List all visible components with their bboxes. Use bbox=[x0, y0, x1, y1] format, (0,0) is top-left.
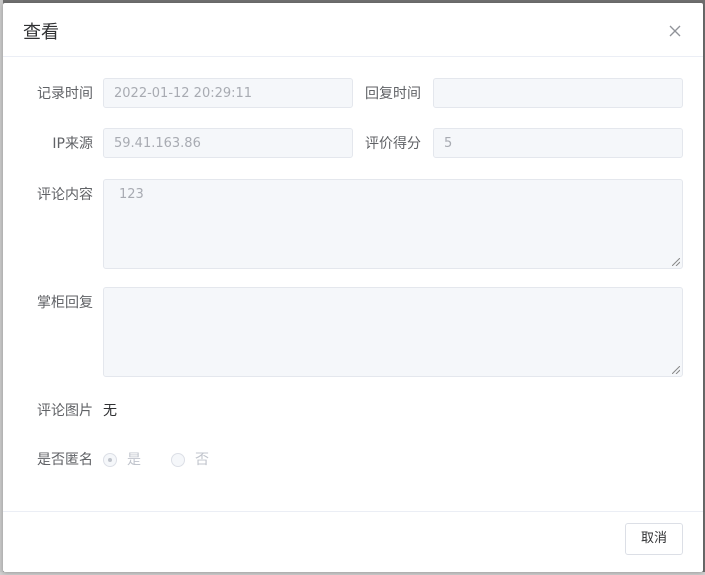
dialog-footer: 取消 bbox=[3, 511, 703, 573]
comment-content-textarea[interactable]: 123 bbox=[103, 179, 683, 269]
anonymous-label: 是否匿名 bbox=[37, 452, 93, 468]
dialog-header: 查看 bbox=[3, 3, 703, 57]
reply-time-label: 回复时间 bbox=[365, 86, 421, 102]
record-time-label: 记录时间 bbox=[37, 86, 93, 102]
cancel-button[interactable]: 取消 bbox=[625, 523, 683, 555]
owner-reply-label: 掌柜回复 bbox=[37, 295, 93, 311]
anonymous-yes-radio[interactable] bbox=[103, 453, 117, 467]
anonymous-no-radio[interactable] bbox=[171, 453, 185, 467]
owner-reply-textarea[interactable] bbox=[103, 287, 683, 377]
view-dialog: 查看 记录时间 回复时间 IP来源 评价得分 评论内容 123 掌柜回复 评 bbox=[3, 3, 703, 572]
ip-source-input[interactable] bbox=[103, 128, 353, 158]
rating-label: 评价得分 bbox=[365, 136, 421, 152]
comment-images-value: 无 bbox=[103, 403, 117, 419]
resize-grip-icon[interactable] bbox=[672, 258, 680, 266]
record-time-input[interactable] bbox=[103, 78, 353, 108]
comment-images-label: 评论图片 bbox=[37, 403, 93, 419]
close-icon[interactable] bbox=[665, 21, 685, 41]
anonymous-yes-label: 是 bbox=[127, 452, 141, 468]
dialog-title: 查看 bbox=[23, 22, 59, 43]
rating-input[interactable] bbox=[433, 128, 683, 158]
ip-source-label: IP来源 bbox=[52, 136, 93, 152]
resize-grip-icon[interactable] bbox=[672, 366, 680, 374]
comment-content-text: 123 bbox=[119, 187, 144, 202]
comment-content-label: 评论内容 bbox=[37, 187, 93, 203]
reply-time-input[interactable] bbox=[433, 78, 683, 108]
anonymous-no-label: 否 bbox=[195, 452, 209, 468]
